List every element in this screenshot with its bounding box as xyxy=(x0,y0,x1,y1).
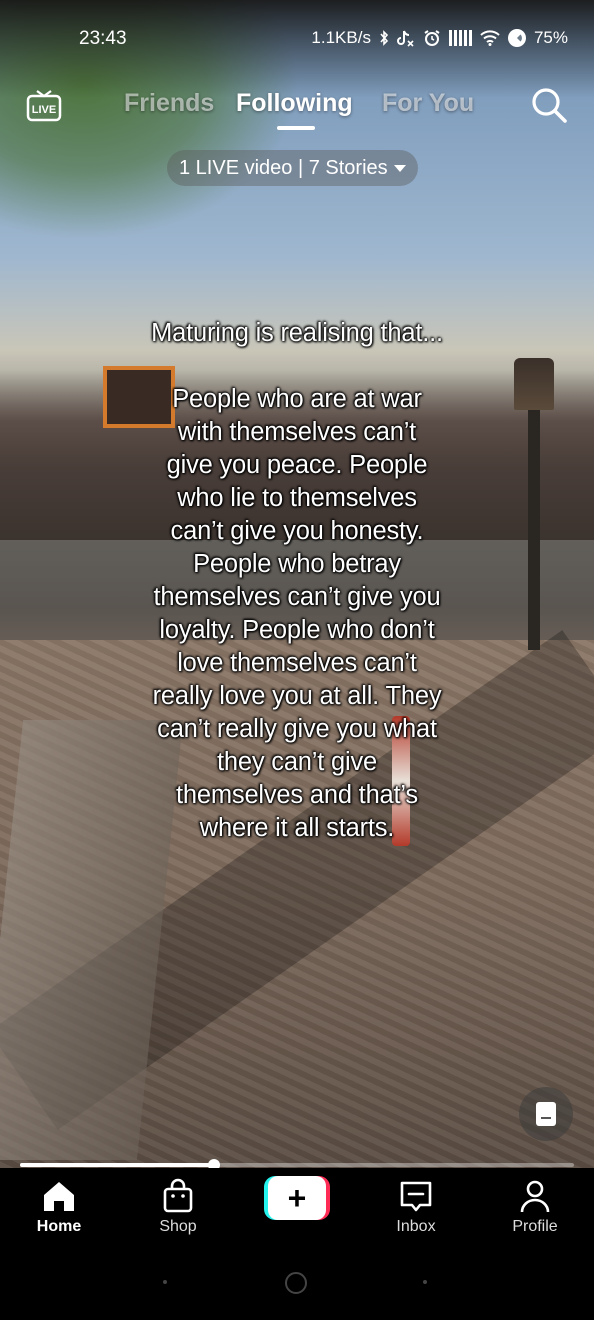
caption-line: loyalty. People who don’t xyxy=(159,616,435,644)
system-back-button[interactable] xyxy=(163,1280,167,1284)
caption-line: really love you at all. They xyxy=(152,682,442,710)
caption-line: where it all starts. xyxy=(199,814,395,842)
note-icon xyxy=(536,1102,556,1126)
nav-inbox-label: Inbox xyxy=(396,1218,436,1235)
nav-inbox[interactable]: Inbox xyxy=(366,1178,466,1236)
profile-icon xyxy=(520,1180,550,1213)
status-bar: 23:43 1.1KB/s 75% xyxy=(0,22,594,56)
live-label: LIVE xyxy=(32,104,56,116)
nav-home[interactable]: Home xyxy=(9,1178,109,1236)
system-nav-bar xyxy=(0,1248,594,1320)
top-nav: LIVE Friends Following For You xyxy=(0,84,594,134)
nav-shop[interactable]: Shop xyxy=(128,1178,228,1236)
create-button[interactable]: + xyxy=(264,1176,330,1220)
shopping-bag-icon xyxy=(163,1178,193,1213)
chevron-down-icon xyxy=(393,164,406,172)
caption-line: they can’t give xyxy=(216,748,377,776)
video-progress-bar[interactable] xyxy=(20,1159,574,1171)
battery-level: 75% xyxy=(533,28,568,47)
video-bg-lamp-head xyxy=(514,358,554,410)
live-tv-icon[interactable]: LIVE xyxy=(26,88,62,122)
caption-line: themselves and that’s xyxy=(176,781,418,809)
nav-profile-label: Profile xyxy=(512,1218,558,1235)
system-recents-button[interactable] xyxy=(423,1280,427,1284)
video-progress-fill xyxy=(20,1163,214,1167)
inbox-icon xyxy=(400,1181,432,1212)
status-time: 23:43 xyxy=(79,28,127,49)
system-home-button[interactable] xyxy=(285,1272,307,1294)
caption-line: love themselves can’t xyxy=(177,649,417,677)
wifi-icon xyxy=(480,30,500,46)
notes-button[interactable] xyxy=(519,1087,573,1141)
caption-line: can’t give you honesty. xyxy=(170,517,424,545)
tab-for-you[interactable]: For You xyxy=(382,89,474,118)
tiktok-notification-icon xyxy=(397,30,414,47)
active-tab-indicator xyxy=(277,126,315,130)
status-icons: 1.1KB/s 75% xyxy=(311,28,568,48)
plus-icon: + xyxy=(268,1176,326,1220)
nav-shop-label: Shop xyxy=(159,1218,197,1235)
video-caption-body: People who are at war with themselves ca… xyxy=(120,383,474,845)
nav-profile[interactable]: Profile xyxy=(485,1178,585,1236)
alarm-icon xyxy=(424,30,440,46)
caption-line: People who betray xyxy=(193,550,401,578)
stories-dropdown[interactable]: 1 LIVE video | 7 Stories xyxy=(167,150,418,186)
signal-icon xyxy=(448,30,472,46)
tab-following[interactable]: Following xyxy=(236,89,353,118)
search-icon[interactable] xyxy=(530,86,568,124)
home-icon xyxy=(44,1182,74,1211)
stories-label: 1 LIVE video | 7 Stories xyxy=(179,156,388,179)
net-speed: 1.1KB/s xyxy=(311,28,371,47)
caption-line: People who are at war xyxy=(172,385,422,413)
tab-friends[interactable]: Friends xyxy=(124,89,214,118)
video-caption-title: Maturing is realising that... xyxy=(151,319,443,347)
battery-icon xyxy=(507,29,526,47)
caption-line: can’t really give you what xyxy=(157,715,437,743)
bluetooth-icon xyxy=(380,30,389,46)
caption-line: themselves can’t give you xyxy=(153,583,441,611)
nav-home-label: Home xyxy=(36,1218,82,1235)
caption-line: who lie to themselves xyxy=(177,484,417,512)
bottom-nav: Home Shop + Inbox Profile xyxy=(0,1168,594,1248)
caption-line: give you peace. People xyxy=(166,451,428,479)
caption-line: with themselves can’t xyxy=(177,418,417,446)
